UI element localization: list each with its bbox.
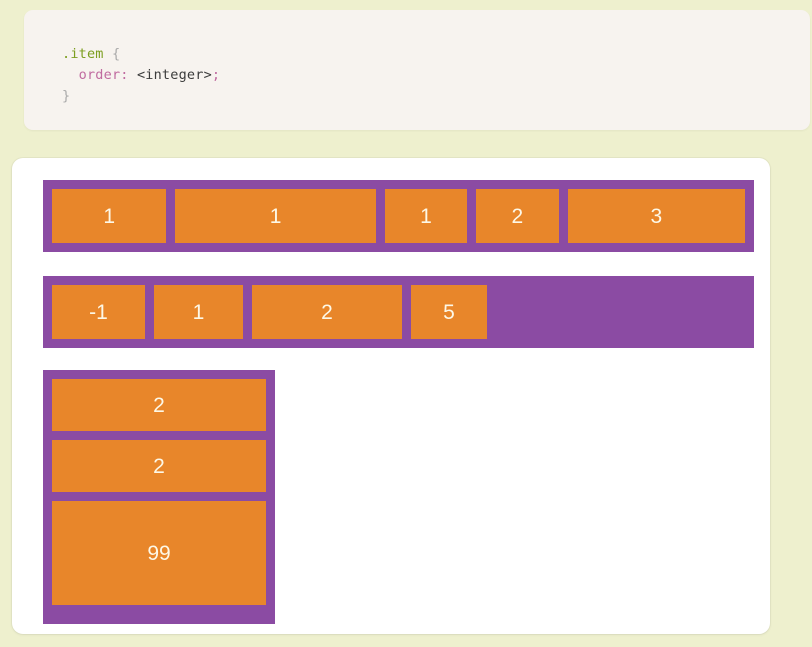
flex-item: 2 xyxy=(476,189,559,243)
css-close-brace: } xyxy=(62,88,71,104)
flex-item: 99 xyxy=(52,501,266,605)
order-demo-column: 2 2 99 xyxy=(43,370,275,624)
code-snippet-card: .item { order: <integer>; } xyxy=(24,10,810,130)
flex-item: 5 xyxy=(411,285,487,339)
css-property-name: order xyxy=(78,67,121,83)
css-code-block: .item { order: <integer>; } xyxy=(24,10,810,107)
css-property-value: <integer> xyxy=(136,67,212,83)
order-demo-row-2: -1 1 2 5 xyxy=(43,276,754,348)
flex-item: 1 xyxy=(384,189,468,243)
css-open-brace: { xyxy=(103,46,121,62)
css-selector: .item xyxy=(62,46,104,62)
flex-item: 2 xyxy=(52,379,266,431)
flex-item: 2 xyxy=(252,285,402,339)
flex-item: 2 xyxy=(52,440,266,492)
css-semicolon: ; xyxy=(211,67,221,83)
flex-item: 1 xyxy=(175,189,376,243)
flex-item: -1 xyxy=(52,285,145,339)
flex-item: 3 xyxy=(567,189,745,243)
demo-panel: 1 1 1 2 3 -1 1 2 5 2 2 99 xyxy=(12,158,770,634)
order-demo-row-1: 1 1 1 2 3 xyxy=(43,180,754,252)
flex-item: 1 xyxy=(154,285,243,339)
flex-item: 1 xyxy=(52,189,167,243)
css-colon: : xyxy=(120,67,137,83)
